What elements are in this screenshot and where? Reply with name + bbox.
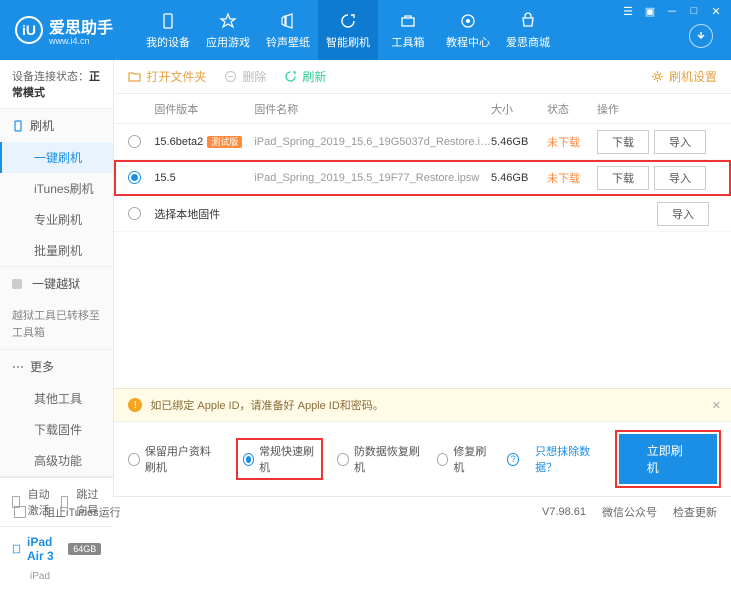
group-jailbreak[interactable]: 一键越狱 <box>0 267 113 300</box>
nav-shop[interactable]: 爱思商城 <box>498 0 558 60</box>
device-options: 自动激活 跳过向导 <box>0 478 113 527</box>
th-name: 固件名称 <box>254 101 491 117</box>
group-more[interactable]: 更多 <box>0 350 113 383</box>
row-radio[interactable] <box>128 171 141 184</box>
storage-badge: 64GB <box>68 543 101 555</box>
nav-ringtone[interactable]: 铃声壁纸 <box>258 0 318 60</box>
jail-note: 越狱工具已转移至工具箱 <box>0 300 113 349</box>
sidebar-item-itunes[interactable]: iTunes刷机 <box>0 173 113 204</box>
maximize-icon[interactable]: □ <box>687 4 701 18</box>
sidebar-item-batch[interactable]: 批量刷机 <box>0 235 113 266</box>
block-itunes-check[interactable] <box>14 506 26 518</box>
sidebar: 设备连接状态：正常模式 刷机 一键刷机 iTunes刷机 专业刷机 批量刷机 一… <box>0 60 114 496</box>
import-button[interactable]: 导入 <box>654 130 706 154</box>
sidebar-item-other[interactable]: 其他工具 <box>0 383 113 414</box>
device-type: iPad <box>0 571 113 590</box>
beta-tag: 测试版 <box>207 136 242 148</box>
notice-bar: ! 如已绑定 Apple ID，请准备好 Apple ID和密码。 ✕ <box>114 388 731 421</box>
info-icon[interactable]: ? <box>507 453 519 466</box>
table-row-local[interactable]: 选择本地固件 导入 <box>114 196 731 232</box>
close-icon[interactable]: ✕ <box>709 4 723 18</box>
table-header: 固件版本 固件名称 大小 状态 操作 <box>114 94 731 124</box>
open-folder-button[interactable]: 打开文件夹 <box>128 68 206 85</box>
minimize-icon[interactable]: － <box>665 4 679 18</box>
lock-icon <box>12 279 22 289</box>
brand-url: www.i4.cn <box>49 36 113 46</box>
opt-repair[interactable]: 修复刷机 <box>437 443 492 475</box>
nav-toolbox[interactable]: 工具箱 <box>378 0 438 60</box>
opt-anti-recover[interactable]: 防数据恢复刷机 <box>337 443 421 475</box>
sidebar-item-pro[interactable]: 专业刷机 <box>0 204 113 235</box>
flash-options: 保留用户资料刷机 常规快速刷机 防数据恢复刷机 修复刷机 ? 只想抹除数据？ 立… <box>114 421 731 496</box>
nav-flash[interactable]: 智能刷机 <box>318 0 378 60</box>
title-bar: iU 爱思助手 www.i4.cn 我的设备 应用游戏 铃声壁纸 智能刷机 工具… <box>0 0 731 60</box>
opt-quick-flash[interactable]: 常规快速刷机 <box>238 440 322 478</box>
download-button[interactable]: 下载 <box>597 130 649 154</box>
download-indicator-icon[interactable] <box>689 24 713 48</box>
nav-tutorial[interactable]: 教程中心 <box>438 0 498 60</box>
skin-icon[interactable]: ▣ <box>643 4 657 18</box>
device-status: 设备连接状态：正常模式 <box>0 60 113 109</box>
delete-icon <box>224 70 237 83</box>
table-row[interactable]: 15.5 iPad_Spring_2019_15.5_19F77_Restore… <box>114 160 731 196</box>
erase-link[interactable]: 只想抹除数据？ <box>535 443 603 475</box>
opt-keep-data[interactable]: 保留用户资料刷机 <box>128 443 221 475</box>
th-version: 固件版本 <box>154 101 254 117</box>
row-radio[interactable] <box>128 135 141 148</box>
toolbar: 打开文件夹 删除 刷新 刷机设置 <box>114 60 731 94</box>
import-button[interactable]: 导入 <box>654 166 706 190</box>
import-button[interactable]: 导入 <box>657 202 709 226</box>
logo: iU 爱思助手 www.i4.cn <box>0 14 128 46</box>
window-controls: ☰ ▣ － □ ✕ <box>621 4 723 18</box>
sidebar-item-adv[interactable]: 高级功能 <box>0 445 113 476</box>
th-ops: 操作 <box>597 101 717 117</box>
delete-button[interactable]: 删除 <box>224 68 266 85</box>
folder-icon <box>128 70 141 83</box>
flash-now-button[interactable]: 立即刷机 <box>619 434 717 484</box>
download-button[interactable]: 下载 <box>597 166 649 190</box>
device-name[interactable]: iPad Air 3 64GB <box>0 527 113 571</box>
notice-close-icon[interactable]: ✕ <box>712 399 721 412</box>
row-radio[interactable] <box>128 207 141 220</box>
group-flash[interactable]: 刷机 <box>0 109 113 142</box>
warning-icon: ! <box>128 398 142 412</box>
main-panel: 打开文件夹 删除 刷新 刷机设置 固件版本 固件名称 大小 状态 操作 15.6… <box>114 60 731 496</box>
nav-apps[interactable]: 应用游戏 <box>198 0 258 60</box>
th-size: 大小 <box>491 101 547 117</box>
logo-icon: iU <box>15 16 43 44</box>
refresh-icon <box>284 70 297 83</box>
refresh-button[interactable]: 刷新 <box>284 68 326 85</box>
nav-device[interactable]: 我的设备 <box>138 0 198 60</box>
menu-icon[interactable]: ☰ <box>621 4 635 18</box>
sidebar-item-dlfw[interactable]: 下载固件 <box>0 414 113 445</box>
tablet-icon <box>12 542 21 556</box>
gear-icon <box>651 70 664 83</box>
brand-name: 爱思助手 <box>49 20 113 37</box>
table-row[interactable]: 15.6beta2测试版 iPad_Spring_2019_15.6_19G50… <box>114 124 731 160</box>
settings-button[interactable]: 刷机设置 <box>651 68 717 85</box>
wechat-link[interactable]: 微信公众号 <box>602 504 657 520</box>
sidebar-item-oneclick[interactable]: 一键刷机 <box>0 142 113 173</box>
th-status: 状态 <box>547 101 597 117</box>
check-update-link[interactable]: 检查更新 <box>673 504 717 520</box>
version-label: V7.98.61 <box>542 506 586 518</box>
